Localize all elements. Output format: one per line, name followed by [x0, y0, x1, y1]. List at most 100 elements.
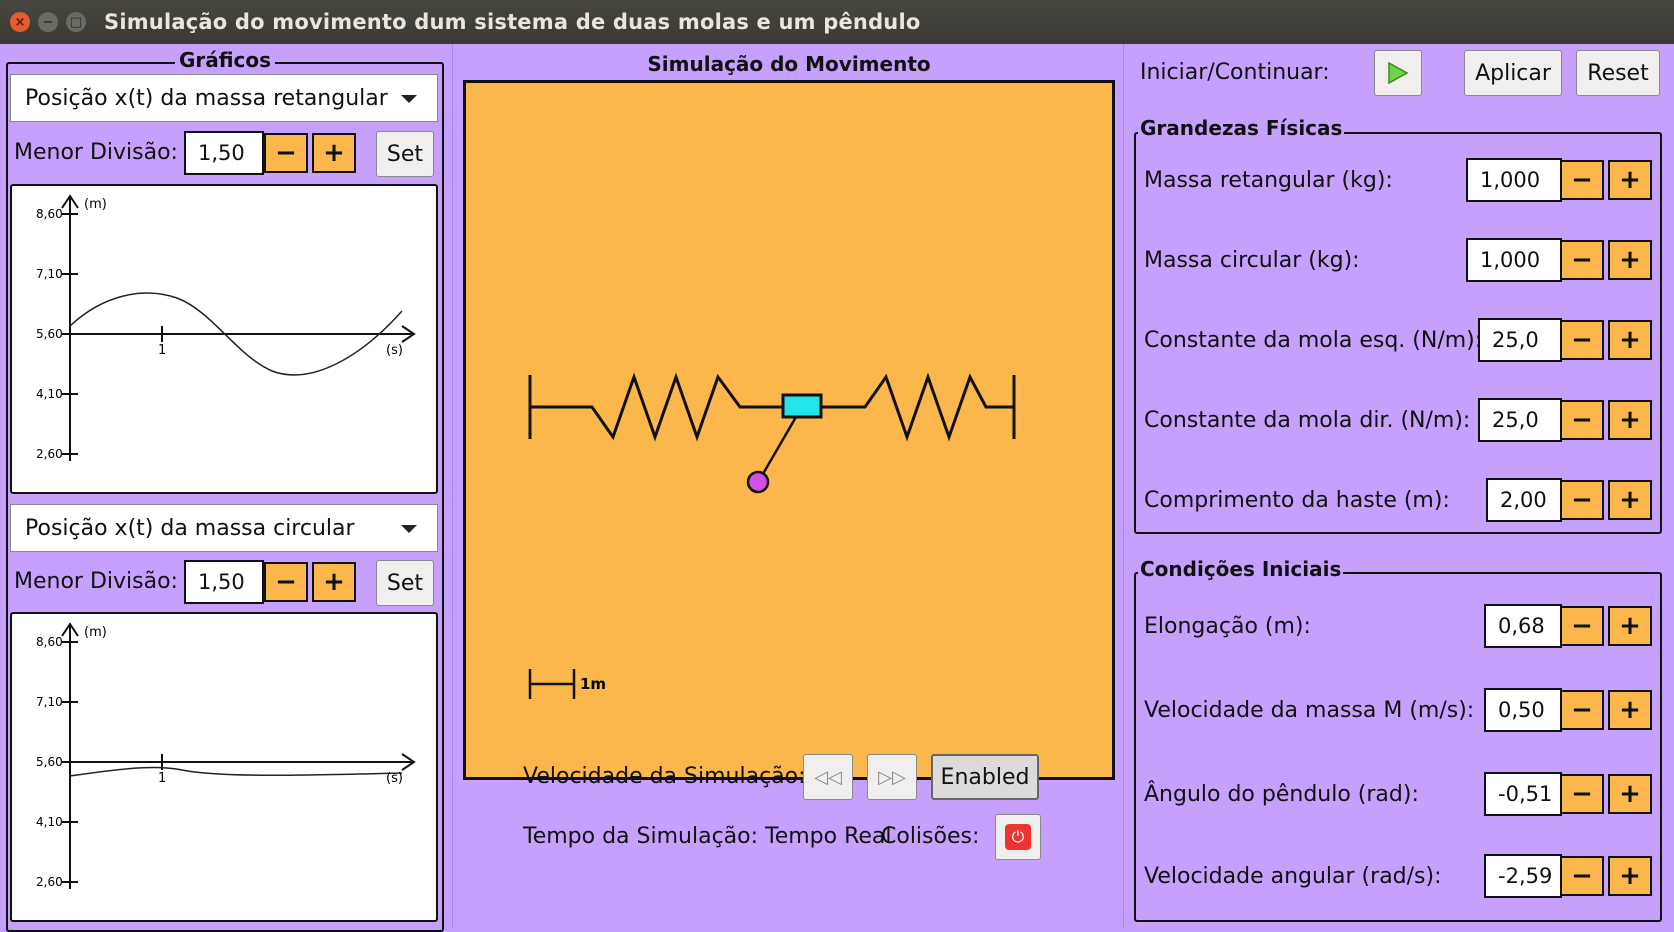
pendulum-angle-field[interactable]: -0,51 — [1484, 772, 1562, 816]
start-button[interactable] — [1374, 50, 1422, 96]
graph1-set-button[interactable]: Set — [376, 131, 434, 177]
graph1-ytick-1: 7,10 — [36, 267, 63, 281]
mass-rect-label: Massa retangular (kg): — [1144, 168, 1393, 193]
window-title: Simulação do movimento dum sistema de du… — [104, 10, 921, 34]
graph2-ytick-1: 7,10 — [36, 695, 63, 709]
graph1-chart: 8,60 7,10 5,60 4,10 2,60 1 (m) (s) — [10, 184, 438, 494]
angular-velocity-field[interactable]: -2,59 — [1484, 854, 1562, 898]
mass-circ-plus[interactable]: + — [1608, 240, 1652, 280]
start-label: Iniciar/Continuar: — [1140, 60, 1330, 85]
graph2-ytick-2: 5,60 — [36, 755, 63, 769]
collisions-toggle[interactable]: ⏻ — [995, 814, 1041, 860]
maximize-icon[interactable]: □ — [66, 12, 86, 32]
graph2-select-value: Posição x(t) da massa circular — [25, 515, 355, 541]
rod-length-minus[interactable]: − — [1560, 480, 1604, 520]
enabled-button[interactable]: Enabled — [931, 754, 1039, 800]
graph2-xtick: 1 — [158, 771, 166, 786]
graph2-select[interactable]: Posição x(t) da massa circular — [10, 504, 438, 552]
pendulum-rod — [758, 416, 798, 480]
elongation-plus[interactable]: + — [1608, 606, 1652, 646]
pendulum-angle-plus[interactable]: + — [1608, 774, 1652, 814]
spring-right-label: Constante da mola dir. (N/m): — [1144, 408, 1471, 433]
mass-rect-minus[interactable]: − — [1560, 160, 1604, 200]
simulation-canvas: 1m — [463, 80, 1115, 780]
mass-velocity-field[interactable]: 0,50 — [1484, 688, 1562, 732]
graphs-panel: Gráficos Posição x(t) da massa retangula… — [0, 44, 450, 932]
mass-circ-minus[interactable]: − — [1560, 240, 1604, 280]
elongation-field[interactable]: 0,68 — [1484, 604, 1562, 648]
spring-left-label: Constante da mola esq. (N/m): — [1144, 328, 1483, 353]
mass-velocity-plus[interactable]: + — [1608, 690, 1652, 730]
faster-button[interactable]: ▷▷ — [867, 754, 917, 800]
rewind-icon: ◁◁ — [814, 766, 842, 788]
graph2-ytick-3: 4,10 — [36, 815, 63, 829]
graphs-title: Gráficos — [0, 48, 450, 72]
power-icon: ⏻ — [1005, 824, 1031, 850]
window-titlebar: × − □ Simulação do movimento dum sistema… — [0, 0, 1674, 44]
graph1-division-label: Menor Divisão: — [14, 140, 178, 165]
graph1-plus-button[interactable]: + — [312, 133, 356, 173]
graph2-plus-button[interactable]: + — [312, 562, 356, 602]
speed-label: Velocidade da Simulação: — [523, 764, 806, 789]
rectangular-mass — [781, 393, 823, 419]
controls-panel: Iniciar/Continuar: Aplicar Reset Grandez… — [1124, 44, 1674, 929]
spring-right-field[interactable]: 25,0 — [1478, 398, 1562, 442]
time-label: Tempo da Simulação: Tempo Real — [523, 824, 892, 849]
elongation-label: Elongação (m): — [1144, 614, 1311, 639]
graph2-series-line — [69, 766, 403, 777]
spring-left-minus[interactable]: − — [1560, 320, 1604, 360]
graph1-x-unit: (s) — [386, 343, 403, 358]
close-icon[interactable]: × — [10, 12, 30, 32]
graph1-division-field[interactable]: 1,50 — [184, 131, 264, 175]
mass-circ-field[interactable]: 1,000 — [1466, 238, 1562, 282]
simulation-title: Simulação do Movimento — [647, 52, 931, 76]
rod-length-plus[interactable]: + — [1608, 480, 1652, 520]
right-spring — [818, 372, 1014, 442]
spring-left-field[interactable]: 25,0 — [1478, 318, 1562, 362]
fast-forward-icon: ▷▷ — [878, 766, 906, 788]
spring-right-plus[interactable]: + — [1608, 400, 1652, 440]
spring-right-minus[interactable]: − — [1560, 400, 1604, 440]
graph2-set-button[interactable]: Set — [376, 560, 434, 606]
graph2-chart: 8,60 7,10 5,60 4,10 2,60 1 (m) (s) — [10, 612, 438, 922]
apply-button[interactable]: Aplicar — [1464, 50, 1562, 96]
mass-velocity-minus[interactable]: − — [1560, 690, 1604, 730]
graph2-division-label: Menor Divisão: — [14, 569, 178, 594]
rod-length-label: Comprimento da haste (m): — [1144, 488, 1450, 513]
graph2-division-field[interactable]: 1,50 — [184, 560, 264, 604]
reset-button[interactable]: Reset — [1576, 50, 1660, 96]
pendulum-angle-minus[interactable]: − — [1560, 774, 1604, 814]
slower-button[interactable]: ◁◁ — [803, 754, 853, 800]
play-icon — [1388, 61, 1409, 85]
mass-circ-label: Massa circular (kg): — [1144, 248, 1360, 273]
elongation-minus[interactable]: − — [1560, 606, 1604, 646]
graph2-y-unit: (m) — [84, 625, 107, 640]
graph2-x-unit: (s) — [386, 771, 403, 786]
graph2-minus-button[interactable]: − — [264, 562, 308, 602]
graph2-ytick-0: 8,60 — [36, 635, 63, 649]
mass-rect-field[interactable]: 1,000 — [1466, 158, 1562, 202]
angular-velocity-plus[interactable]: + — [1608, 856, 1652, 896]
graph1-select[interactable]: Posição x(t) da massa retangular — [10, 74, 438, 122]
collisions-label: Colisões: — [881, 824, 980, 849]
pendulum-angle-label: Ângulo do pêndulo (rad): — [1144, 782, 1419, 807]
mass-rect-plus[interactable]: + — [1608, 160, 1652, 200]
rod-length-field[interactable]: 2,00 — [1486, 478, 1562, 522]
graph1-ytick-4: 2,60 — [36, 447, 63, 461]
graph1-ytick-0: 8,60 — [36, 207, 63, 221]
minimize-icon[interactable]: − — [38, 12, 58, 32]
simulation-panel: Simulação do Movimento 1m Velocidade da … — [452, 44, 1124, 929]
angular-velocity-minus[interactable]: − — [1560, 856, 1604, 896]
scale-label: 1m — [580, 675, 606, 693]
graph1-minus-button[interactable]: − — [264, 133, 308, 173]
chevron-down-icon — [401, 525, 417, 533]
graph2-ytick-4: 2,60 — [36, 875, 63, 889]
chevron-down-icon — [401, 95, 417, 103]
pendulum-bob — [746, 470, 770, 494]
left-spring — [530, 372, 786, 442]
spring-left-plus[interactable]: + — [1608, 320, 1652, 360]
graph1-xtick: 1 — [158, 343, 166, 358]
graph1-ytick-2: 5,60 — [36, 327, 63, 341]
graph1-y-unit: (m) — [84, 197, 107, 212]
mass-velocity-label: Velocidade da massa M (m/s): — [1144, 698, 1475, 723]
